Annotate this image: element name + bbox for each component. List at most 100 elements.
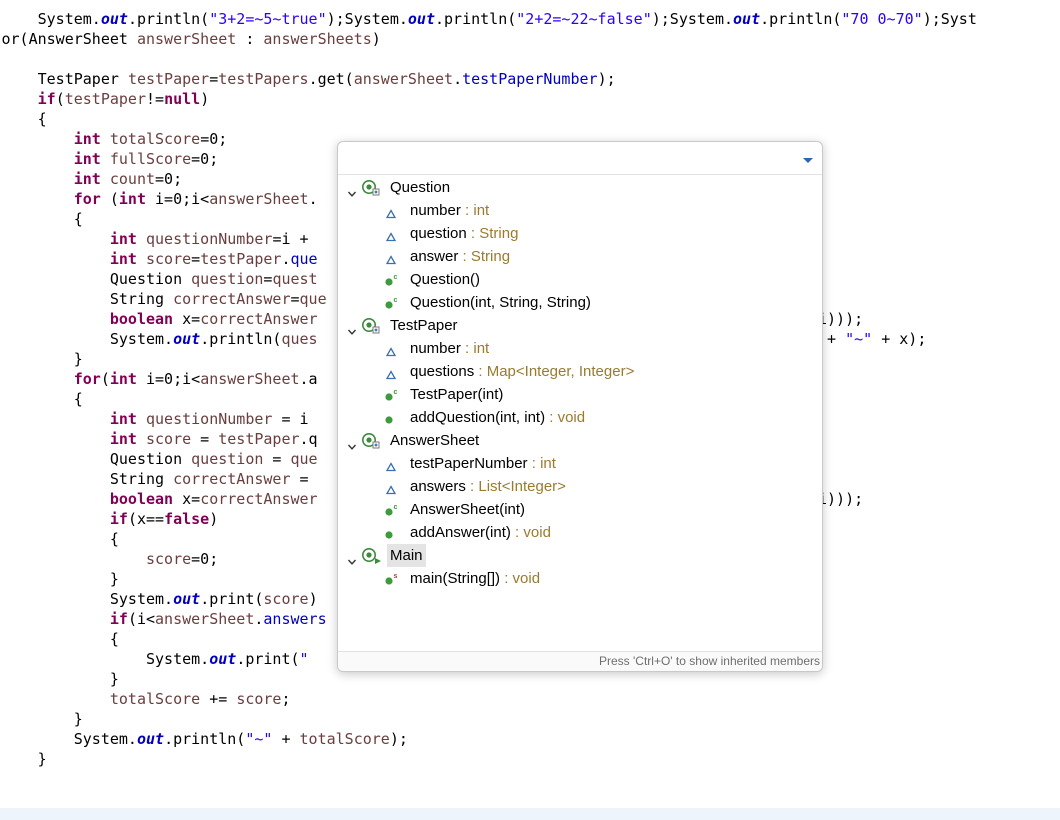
outline-member-item[interactable]: s main(String[]) : void: [338, 567, 822, 590]
code-token: +=: [200, 690, 237, 708]
code-token: .a: [299, 370, 318, 388]
outline-member-item[interactable]: answers : List<Integer>: [338, 475, 822, 498]
code-token: fullScore: [109, 150, 192, 168]
code-token: (x==: [127, 510, 165, 528]
outline-member-item[interactable]: c TestPaper(int): [338, 383, 822, 406]
code-token: .println(: [164, 730, 246, 748]
svg-text:c: c: [394, 297, 398, 304]
code-line: System.out.println(ques: [2, 329, 318, 349]
code-token: testPaper: [218, 430, 300, 448]
code-token: =: [290, 290, 300, 308]
outline-item-name: Main: [390, 547, 423, 564]
code-token: .println(: [435, 10, 517, 28]
outline-type-item[interactable]: TestPaper: [338, 314, 822, 337]
code-token: );Syst: [922, 10, 977, 28]
outline-member-item[interactable]: questions : Map<Integer, Integer>: [338, 360, 822, 383]
code-token: i=0;i<: [136, 370, 201, 388]
outline-item-name: number: [410, 340, 461, 357]
field-icon: [385, 365, 405, 383]
chevron-down-icon[interactable]: [347, 321, 357, 335]
code-token: {: [1, 110, 47, 128]
outline-member-item[interactable]: c AnswerSheet(int): [338, 498, 822, 521]
code-token: .println(: [127, 10, 210, 28]
code-token: =0;: [191, 150, 219, 168]
field-icon: [385, 480, 405, 498]
outline-item-name: question: [410, 225, 467, 242]
outline-member-item[interactable]: c Question(): [338, 268, 822, 291]
chevron-down-icon[interactable]: [800, 152, 816, 168]
outline-member-item[interactable]: addQuestion(int, int) : void: [338, 406, 822, 429]
outline-status-bar: Press 'Ctrl+O' to show inherited members: [338, 651, 822, 671]
outline-member-item[interactable]: addAnswer(int) : void: [338, 521, 822, 544]
outline-type-item[interactable]: Question: [338, 176, 822, 199]
code-token: .print(: [200, 590, 264, 608]
outline-item-name: answers: [410, 478, 466, 495]
code-token: .print(: [236, 650, 300, 668]
chevron-down-icon[interactable]: [347, 183, 357, 197]
code-line: int count=0;: [2, 169, 182, 189]
code-token: }: [1, 350, 83, 368]
code-token: answerSheets: [263, 30, 372, 48]
constructor-icon: c: [384, 387, 404, 405]
code-line: boolean x=correctAnswer: [2, 309, 318, 329]
code-line: String correctAnswer =: [2, 469, 309, 489]
code-token: );System.: [326, 10, 408, 28]
code-token: for: [73, 190, 101, 208]
outline-member-item[interactable]: question : String: [338, 222, 822, 245]
code-token: ;: [281, 690, 291, 708]
outline-member-item[interactable]: c Question(int, String, String): [338, 291, 822, 314]
outline-item-name: addAnswer(int): [410, 524, 511, 541]
code-line: }: [2, 669, 119, 689]
code-token: int: [118, 190, 146, 208]
outline-filter-input[interactable]: [340, 148, 791, 170]
chevron-down-icon[interactable]: [347, 551, 357, 565]
code-token: totalScore: [109, 130, 201, 148]
code-token: );System.: [651, 10, 734, 28]
outline-status-text: Press 'Ctrl+O' to show inherited members: [599, 654, 820, 668]
svg-text:c: c: [394, 504, 398, 511]
svg-text:c: c: [394, 389, 398, 396]
code-token: answerSheet: [353, 70, 454, 88]
field-icon: [385, 457, 405, 475]
code-token: "70 0~70": [841, 10, 923, 28]
outline-item-name: TestPaper(int): [410, 386, 504, 403]
code-token: testPaper: [200, 250, 282, 268]
code-token: i)));: [818, 490, 864, 508]
quick-outline-popup: Question number : int question : String ans…: [337, 141, 823, 672]
outline-member-item[interactable]: number : int: [338, 337, 822, 360]
code-token: .println(: [200, 330, 282, 348]
chevron-down-icon[interactable]: [347, 436, 357, 450]
code-token: testPaper: [64, 90, 146, 108]
code-line: Question question=quest: [2, 269, 318, 289]
outline-item-label: Question: [390, 176, 450, 199]
code-line: boolean x=correctAnswer: [2, 489, 318, 509]
outline-member-item[interactable]: answer : String: [338, 245, 822, 268]
code-token: boolean: [109, 310, 174, 328]
code-line: {: [2, 209, 83, 229]
outline-type-item[interactable]: AnswerSheet: [338, 429, 822, 452]
constructor-icon: c: [384, 295, 404, 313]
code-token: "3+2=~5~true": [209, 10, 327, 28]
outline-type-item[interactable]: Main: [338, 544, 822, 567]
code-line: {: [2, 629, 119, 649]
outline-member-item[interactable]: testPaperNumber : int: [338, 452, 822, 475]
code-token: {: [1, 210, 83, 228]
code-token: =: [263, 450, 291, 468]
constructor-icon: c: [384, 502, 404, 520]
outline-member-item[interactable]: number : int: [338, 199, 822, 222]
method-icon: [384, 525, 404, 543]
code-token: {: [1, 630, 119, 648]
code-token: out: [173, 330, 201, 348]
code-token: i)));: [818, 310, 864, 328]
code-token: answerSheet: [209, 190, 309, 208]
